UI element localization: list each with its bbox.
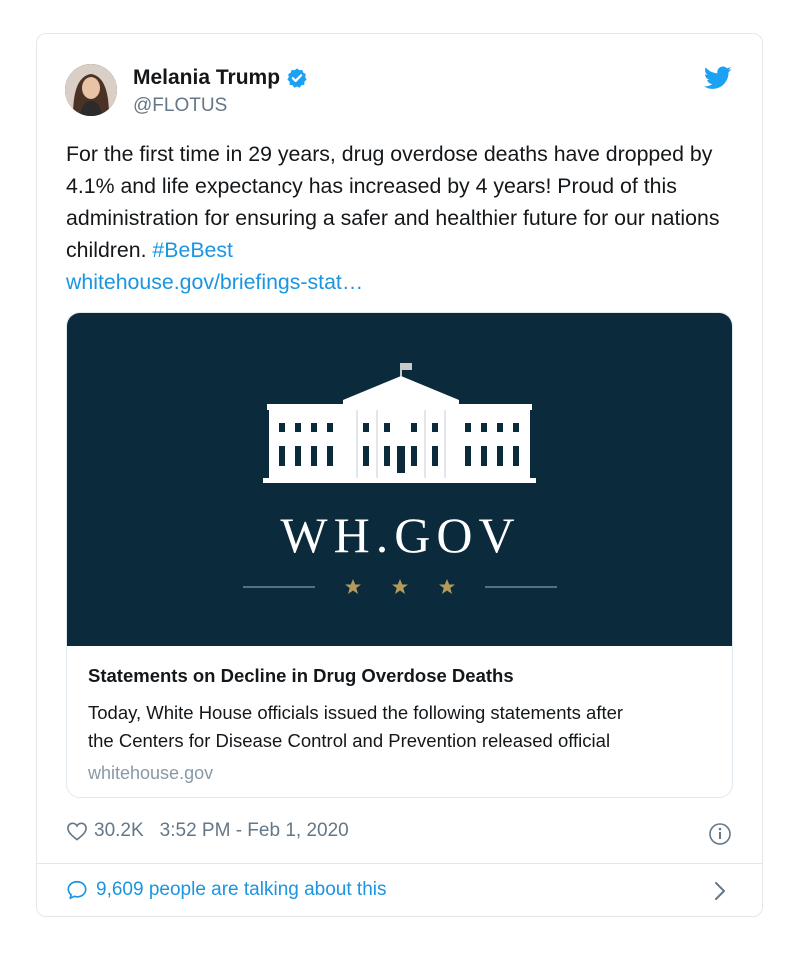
twitter-bird-icon[interactable] [704,66,732,90]
heart-icon[interactable] [66,821,88,841]
author-handle[interactable]: @FLOTUS [133,95,227,117]
card-title: Statements on Decline in Drug Overdose D… [88,665,514,686]
tweet-text: For the first time in 29 years, drug ove… [66,138,736,298]
verified-badge-icon [287,68,307,88]
tweet-embed: Melania Trump @FLOTUS For the first time… [36,33,763,917]
conversation-link[interactable]: 9,609 people are talking about this [66,879,387,901]
avatar[interactable] [65,64,117,116]
info-icon[interactable] [708,822,732,846]
card-description: Today, White House officials issued the … [88,699,718,755]
conversation-text[interactable]: 9,609 people are talking about this [96,879,387,901]
card-description-line: Today, White House officials issued the … [88,702,624,723]
card-description-line: the Centers for Disease Control and Prev… [88,730,611,751]
profile-photo-icon [65,64,117,116]
chevron-right-icon[interactable] [713,880,727,902]
card-logo-text: WH.GOV [280,507,521,563]
divider [37,863,762,864]
like-count[interactable]: 30.2K [94,820,144,842]
hashtag-link[interactable]: #BeBest [152,238,233,262]
author-name[interactable]: Melania Trump [133,66,280,90]
white-house-logo-icon [243,363,557,594]
speech-bubble-icon [67,880,87,900]
card-domain: whitehouse.gov [88,763,214,783]
timestamp[interactable]: 3:52 PM - Feb 1, 2020 [160,820,349,842]
card-image: WH.GOV [67,313,732,646]
link-card[interactable]: WH.GOV Statements on Decline in Drug Ove… [66,312,733,798]
url-link[interactable]: whitehouse.gov/briefings-stat… [66,270,363,294]
